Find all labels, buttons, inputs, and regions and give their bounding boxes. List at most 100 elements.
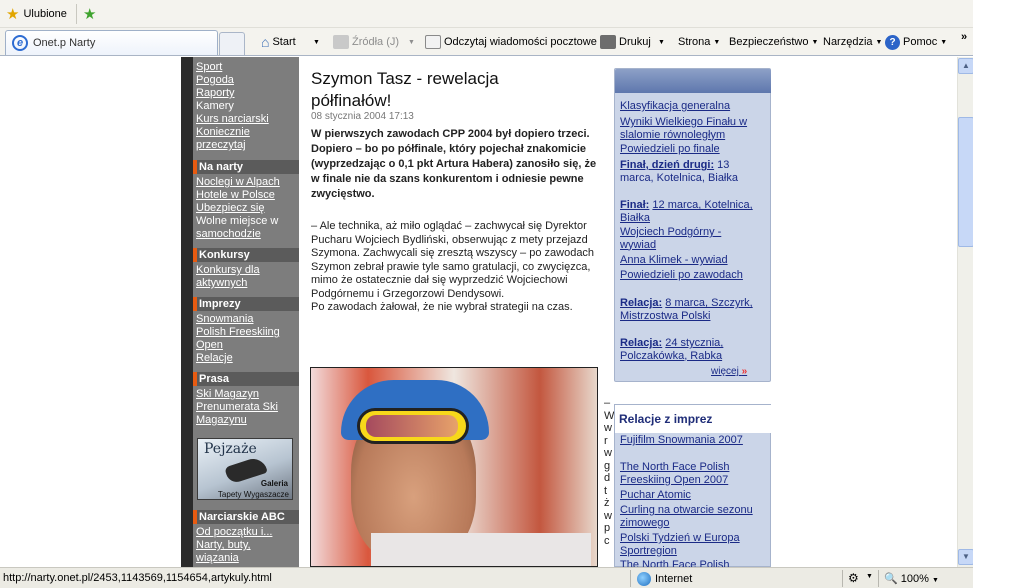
toolbar-overflow-button[interactable]: » bbox=[961, 31, 967, 43]
scroll-up-button[interactable]: ▲ bbox=[958, 58, 974, 74]
vertical-scrollbar[interactable]: ▲ ▼ bbox=[957, 57, 974, 567]
related-link[interactable]: Wyniki Wielkiego Finału w slalomie równo… bbox=[620, 116, 760, 141]
event-link[interactable]: Puchar Atomic bbox=[620, 489, 760, 502]
help-icon: ? bbox=[885, 34, 900, 50]
nav-link[interactable]: Konkursy dla bbox=[196, 264, 260, 277]
nav-link[interactable]: Magazynu bbox=[196, 414, 247, 427]
nav-link[interactable]: Snowmania bbox=[196, 313, 253, 326]
page-menu[interactable]: Strona ▼ bbox=[678, 34, 720, 50]
event-link[interactable]: The North Face Polish Freeskiing Open 20… bbox=[620, 461, 760, 486]
scroll-down-button[interactable]: ▼ bbox=[958, 549, 974, 565]
nav-link[interactable]: wiązania bbox=[196, 552, 239, 565]
nav-link[interactable]: Prenumerata Ski bbox=[196, 401, 278, 414]
nav-link-koniecznie[interactable]: Koniecznie bbox=[196, 126, 250, 139]
chevron-down-icon: ▼ bbox=[875, 38, 883, 46]
nav-link[interactable]: Noclegi w Alpach bbox=[196, 176, 280, 189]
scroll-thumb[interactable] bbox=[958, 117, 974, 247]
print-button[interactable]: Drukuj bbox=[600, 34, 651, 50]
nav-section-header: Prasa bbox=[193, 372, 299, 386]
magnifier-icon: 🔍 bbox=[884, 573, 898, 585]
nav-link[interactable]: Hotele w Polsce bbox=[196, 189, 275, 202]
shirt bbox=[371, 533, 591, 566]
related-link[interactable]: Powiedzieli po finale bbox=[620, 143, 760, 156]
divider bbox=[878, 570, 879, 587]
browser-tab[interactable]: e Onet.p Narty bbox=[5, 30, 218, 55]
add-favorite-icon: ★ bbox=[83, 5, 97, 23]
new-tab-button[interactable] bbox=[219, 32, 245, 55]
feed-icon bbox=[333, 35, 349, 49]
article-paragraph: Po zawodach żałował, że nie wybrał strat… bbox=[311, 301, 573, 313]
protected-mode-icon[interactable]: ⚙ bbox=[848, 571, 859, 585]
nav-link[interactable]: Open bbox=[196, 339, 223, 352]
page-viewport: Sport Pogoda Raporty Kamery Kurs narciar… bbox=[0, 57, 957, 567]
read-mail-button[interactable]: Odczytaj wiadomości pocztowe bbox=[425, 34, 597, 50]
nav-link-przeczytaj[interactable]: przeczytaj bbox=[196, 139, 246, 152]
zoom-control[interactable]: 🔍 100% ▼ bbox=[884, 572, 939, 585]
security-zone[interactable]: Internet bbox=[637, 572, 692, 586]
nav-item-kamery[interactable]: Kamery bbox=[196, 100, 234, 113]
related-link[interactable]: Anna Klimek - wywiad bbox=[620, 254, 760, 267]
chevron-down-icon: ▼ bbox=[713, 38, 721, 46]
nav-link[interactable]: Relacje bbox=[196, 352, 233, 365]
favorites-label: Ulubione bbox=[23, 8, 67, 20]
globe-icon bbox=[637, 572, 651, 586]
related-link[interactable]: Powiedzieli po zawodach bbox=[620, 269, 760, 282]
article-photo bbox=[310, 367, 598, 567]
nav-link[interactable]: Od początku i... bbox=[196, 526, 272, 539]
add-favorite-button[interactable]: ★ bbox=[83, 5, 96, 23]
chevron-down-icon[interactable]: ▼ bbox=[866, 573, 873, 580]
related-link[interactable]: Finał: 12 marca, Kotelnica, Białka bbox=[620, 199, 760, 224]
truncated-column: – W w r w g d t ż w p c bbox=[604, 397, 615, 547]
nav-link[interactable]: Narty, buty, bbox=[196, 539, 251, 552]
tab-row: e Onet.p Narty ⌂ Start ▼ Źródła (J) ▼ Od… bbox=[0, 28, 973, 56]
nav-link-raporty[interactable]: Raporty bbox=[196, 87, 235, 100]
related-link[interactable]: Relacja: 8 marca, Szczyrk, Mistrzostwa P… bbox=[620, 297, 760, 322]
article-body: – Ale technika, aż miło oglądać – zachwy… bbox=[311, 220, 603, 315]
nav-item[interactable]: Wolne miejsce w bbox=[196, 215, 278, 228]
event-link[interactable]: Fujifilm Snowmania 2007 bbox=[620, 434, 760, 447]
feeds-dropdown[interactable]: ▼ bbox=[408, 34, 415, 50]
nav-link-kurs[interactable]: Kurs narciarski bbox=[196, 113, 269, 126]
star-icon: ★ bbox=[6, 5, 20, 23]
promo-line: Galeria bbox=[260, 479, 288, 488]
home-button[interactable]: ⌂ Start bbox=[261, 34, 296, 50]
nav-section-header: Konkursy bbox=[193, 248, 299, 262]
tools-menu[interactable]: Narzędzia ▼ bbox=[823, 34, 882, 50]
chevron-down-icon: ▼ bbox=[811, 38, 819, 46]
events-box-title: Relacje z imprez bbox=[619, 412, 713, 426]
nav-link[interactable]: Ski Magazyn bbox=[196, 388, 259, 401]
nav-link[interactable]: aktywnych bbox=[196, 277, 247, 290]
nav-link[interactable]: Polish Freeskiing bbox=[196, 326, 280, 339]
double-arrow-icon: » bbox=[741, 366, 748, 377]
related-link[interactable]: Klasyfikacja generalna bbox=[620, 100, 760, 113]
related-link[interactable]: Wojciech Podgórny - wywiad bbox=[620, 226, 760, 251]
more-link[interactable]: więcej » bbox=[711, 366, 747, 377]
article-lead: W pierwszych zawodach CPP 2004 był dopie… bbox=[311, 128, 597, 200]
feeds-button[interactable]: Źródła (J) bbox=[333, 34, 399, 50]
event-link[interactable]: Polski Tydzień w Europa Sportregion bbox=[620, 532, 760, 557]
safety-menu[interactable]: Bezpieczeństwo ▼ bbox=[729, 34, 818, 50]
chevron-down-icon: ▼ bbox=[931, 577, 939, 584]
related-link[interactable]: Finał, dzień drugi: 13 marca, Kotelnica,… bbox=[620, 159, 760, 184]
divider bbox=[630, 570, 631, 587]
desktop-margin bbox=[973, 0, 1021, 588]
home-dropdown[interactable]: ▼ bbox=[313, 34, 320, 50]
pejzaze-promo-banner[interactable]: Pejzaże Galeria Tapety Wygaszacze bbox=[197, 438, 293, 500]
favorites-button[interactable]: ★ Ulubione bbox=[6, 5, 67, 23]
nav-link-pogoda[interactable]: Pogoda bbox=[196, 74, 234, 87]
box-header bbox=[615, 69, 771, 93]
event-link[interactable]: The North Face Polish bbox=[620, 559, 760, 567]
nav-link[interactable]: samochodzie bbox=[196, 228, 261, 241]
nav-section-header: Imprezy bbox=[193, 297, 299, 311]
print-dropdown[interactable]: ▼ bbox=[658, 34, 665, 50]
nav-section-header: Narciarskie ABC bbox=[193, 510, 299, 524]
status-url: http://narty.onet.pl/2453,1143569,115465… bbox=[3, 572, 272, 584]
nav-link[interactable]: Ubezpiecz się bbox=[196, 202, 264, 215]
chevron-down-icon: ▼ bbox=[940, 38, 948, 46]
event-link[interactable]: Curling na otwarcie sezonu zimowego bbox=[620, 504, 760, 529]
home-icon: ⌂ bbox=[261, 34, 270, 50]
nav-link-sport[interactable]: Sport bbox=[196, 61, 222, 74]
tab-title: Onet.p Narty bbox=[33, 37, 96, 49]
help-menu[interactable]: ? Pomoc ▼ bbox=[885, 34, 947, 50]
related-link[interactable]: Relacja: 24 stycznia, Polczakówka, Rabka bbox=[620, 337, 760, 362]
